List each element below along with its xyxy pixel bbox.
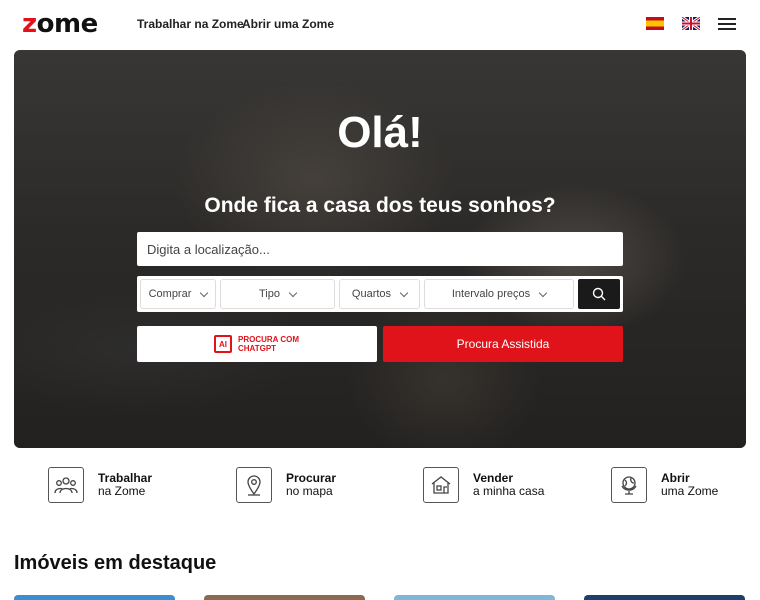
chatgpt-search-label: PROCURA COM CHATGPT (238, 335, 300, 353)
filter-label: Tipo (259, 288, 280, 300)
property-card[interactable] (394, 595, 555, 600)
nav-trabalhar-na-zome[interactable]: Trabalhar na Zome (137, 17, 244, 31)
globe-icon (611, 467, 647, 503)
feature-subtitle: a minha casa (473, 484, 545, 498)
nav-abrir-uma-zome[interactable]: Abrir uma Zome (242, 17, 334, 31)
filter-label: Comprar (148, 288, 192, 300)
map-pin-icon (236, 467, 272, 503)
feature-vender[interactable]: Vender a minha casa (423, 467, 544, 503)
filter-quartos-dropdown[interactable]: Quartos (339, 279, 420, 309)
filter-comprar-dropdown[interactable]: Comprar (140, 279, 216, 309)
filter-label: Quartos (351, 288, 392, 300)
feature-procurar[interactable]: Procurar no mapa (236, 467, 336, 503)
chevron-down-icon (538, 288, 548, 297)
logo-letter-z: z (22, 9, 37, 39)
filter-bar: Comprar Tipo Quartos Intervalo preços (137, 276, 623, 312)
chevron-down-icon (399, 288, 409, 297)
filter-tipo-dropdown[interactable]: Tipo (220, 279, 335, 309)
feature-subtitle: uma Zome (661, 484, 719, 498)
feature-subtitle: no mapa (286, 484, 333, 498)
search-icon (592, 287, 606, 301)
hero-title: Olá! (337, 108, 423, 157)
chevron-down-icon (288, 288, 298, 297)
ai-icon: AI (214, 335, 232, 353)
assisted-search-button[interactable]: Procura Assistida (383, 326, 623, 362)
feature-trabalhar[interactable]: Trabalhar na Zome (48, 467, 152, 503)
zome-logo[interactable]: zome (22, 9, 98, 39)
filter-label: Intervalo preços (451, 288, 531, 300)
hero-banner: Olá! Onde fica a casa dos teus sonhos? C… (14, 50, 746, 448)
filter-price-range-dropdown[interactable]: Intervalo preços (424, 279, 574, 309)
people-icon (48, 467, 84, 503)
chatgpt-search-button[interactable]: AI PROCURA COM CHATGPT (137, 326, 377, 362)
property-card[interactable] (14, 595, 175, 600)
header: zome Trabalhar na Zome Abrir uma Zome (0, 0, 760, 48)
featured-properties-title: Imóveis em destaque (14, 552, 217, 574)
location-search-input[interactable] (137, 232, 623, 266)
spanish-flag-icon[interactable] (646, 17, 664, 30)
house-icon (423, 467, 459, 503)
search-button[interactable] (578, 279, 620, 309)
hero-subtitle: Onde fica a casa dos teus sonhos? (204, 194, 556, 217)
property-card[interactable] (204, 595, 365, 600)
uk-flag-icon[interactable] (682, 17, 700, 30)
property-card[interactable] (584, 595, 745, 600)
hamburger-menu-icon[interactable] (718, 18, 736, 30)
feature-abrir[interactable]: Abrir uma Zome (611, 467, 718, 503)
feature-subtitle: na Zome (98, 484, 146, 498)
chevron-down-icon (200, 288, 209, 297)
